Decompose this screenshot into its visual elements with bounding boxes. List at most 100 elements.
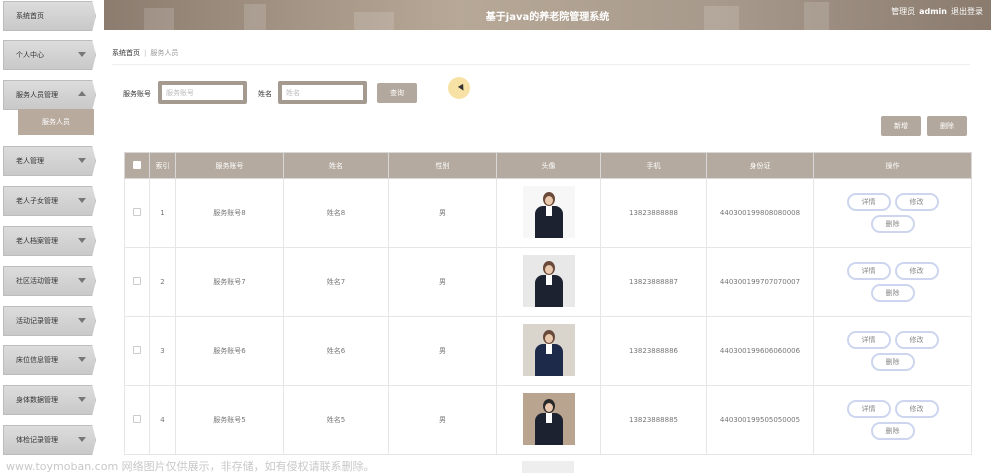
chevron-down-icon xyxy=(78,357,86,362)
name-search-input[interactable] xyxy=(278,81,367,104)
nav-item-label: 老人档案管理 xyxy=(16,237,58,245)
nav-item-label: 老人管理 xyxy=(16,157,44,165)
query-button[interactable]: 查询 xyxy=(377,83,417,103)
username: admin xyxy=(919,7,947,16)
delete-button[interactable]: 删除 xyxy=(870,284,915,302)
avatar xyxy=(522,324,575,376)
delete-button[interactable]: 删除 xyxy=(870,353,915,371)
select-all-checkbox[interactable] xyxy=(133,160,141,169)
cell-id-card: 440300199808080008 xyxy=(706,178,814,248)
cell-name: 姓名7 xyxy=(283,247,389,317)
cell-phone: 13823888886 xyxy=(600,316,707,386)
breadcrumb-home[interactable]: 系统首页 xyxy=(112,49,140,57)
table-row: 4 服务账号5 姓名5 男 13823888885 44030019950505… xyxy=(124,385,972,455)
account-label: 服务账号 xyxy=(123,90,151,98)
cell-name: 姓名6 xyxy=(283,316,389,386)
row-checkbox[interactable] xyxy=(133,346,141,354)
nav-item-elderly[interactable]: 老人管理 xyxy=(3,146,96,176)
nav-item-records[interactable]: 老人档案管理 xyxy=(3,226,96,256)
chevron-down-icon xyxy=(78,52,86,57)
user-area: 管理员 admin 退出登录 xyxy=(891,6,983,17)
detail-button[interactable]: 详情 xyxy=(846,193,891,211)
nav-item-label: 个人中心 xyxy=(16,51,44,59)
cell-actions: 详情 修改 删除 xyxy=(813,247,972,317)
chevron-down-icon xyxy=(78,158,86,163)
table-row: 1 服务账号8 姓名8 男 13823888888 44030019980808… xyxy=(124,178,972,248)
cell-actions: 详情 修改 删除 xyxy=(813,385,972,455)
select-all-cell[interactable] xyxy=(124,152,150,179)
nav-item-activity-records[interactable]: 活动记录管理 xyxy=(3,306,96,336)
nav-item-label: 身体数据管理 xyxy=(16,396,58,404)
nav-item-label: 床位信息管理 xyxy=(16,356,58,364)
chevron-down-icon xyxy=(78,198,86,203)
nav-subitem-staff[interactable]: 服务人员 xyxy=(18,109,94,135)
role-label: 管理员 xyxy=(891,7,916,16)
nav-subitem-label: 服务人员 xyxy=(42,118,70,126)
nav-item-staff-management[interactable]: 服务人员管理 xyxy=(3,80,96,110)
edit-button[interactable]: 修改 xyxy=(894,331,939,349)
cell-phone: 13823888885 xyxy=(600,385,707,455)
column-header: 头像 xyxy=(496,152,601,179)
nav-item-label: 活动记录管理 xyxy=(16,317,58,325)
chevron-down-icon xyxy=(78,278,86,283)
cell-index: 2 xyxy=(149,247,176,317)
table-row: 2 服务账号7 姓名7 男 13823888887 44030019970707… xyxy=(124,247,972,317)
column-header: 索引 xyxy=(149,152,176,179)
delete-button[interactable]: 删除 xyxy=(870,422,915,440)
cell-gender: 男 xyxy=(388,316,497,386)
row-checkbox[interactable] xyxy=(133,208,141,216)
avatar xyxy=(522,255,575,307)
delete-button[interactable]: 删除 xyxy=(870,215,915,233)
logout-link[interactable]: 退出登录 xyxy=(951,7,983,16)
edit-button[interactable]: 修改 xyxy=(894,400,939,418)
cell-account: 服务账号5 xyxy=(175,385,284,455)
batch-delete-button[interactable]: 删除 xyxy=(927,116,967,136)
nav-item-home[interactable]: 系统首页 xyxy=(3,1,96,31)
nav-item-label: 社区活动管理 xyxy=(16,277,58,285)
cell-gender: 男 xyxy=(388,247,497,317)
cell-account: 服务账号7 xyxy=(175,247,284,317)
nav-item-profile[interactable]: 个人中心 xyxy=(3,40,96,70)
breadcrumb-current: 服务人员 xyxy=(150,49,179,57)
nav-item-label: 服务人员管理 xyxy=(16,91,58,99)
column-header: 姓名 xyxy=(283,152,389,179)
nav-item-body-data[interactable]: 身体数据管理 xyxy=(3,385,96,415)
column-header: 身份证 xyxy=(706,152,814,179)
table-row: 3 服务账号6 姓名6 男 13823888886 44030019960606… xyxy=(124,316,972,386)
row-checkbox[interactable] xyxy=(133,415,141,423)
detail-button[interactable]: 详情 xyxy=(846,262,891,280)
edit-button[interactable]: 修改 xyxy=(894,262,939,280)
add-button[interactable]: 新增 xyxy=(881,116,921,136)
nav-item-beds[interactable]: 床位信息管理 xyxy=(3,345,96,375)
cell-index: 3 xyxy=(149,316,176,386)
column-header: 服务账号 xyxy=(175,152,284,179)
cell-index: 1 xyxy=(149,178,176,248)
cell-id-card: 440300199505050005 xyxy=(706,385,814,455)
detail-button[interactable]: 详情 xyxy=(846,400,891,418)
table-header-row: 索引 服务账号 姓名 性别 头像 手机 身份证 操作 xyxy=(124,152,972,179)
cell-index: 4 xyxy=(149,385,176,455)
cell-actions: 详情 修改 删除 xyxy=(813,178,972,248)
cell-gender: 男 xyxy=(388,178,497,248)
cell-id-card: 440300199606060006 xyxy=(706,316,814,386)
nav-item-children[interactable]: 老人子女管理 xyxy=(3,186,96,216)
cell-phone: 13823888887 xyxy=(600,247,707,317)
column-header: 操作 xyxy=(813,152,972,179)
cell-account: 服务账号6 xyxy=(175,316,284,386)
divider xyxy=(112,64,970,65)
cell-account: 服务账号8 xyxy=(175,178,284,248)
cell-phone: 13823888888 xyxy=(600,178,707,248)
edit-button[interactable]: 修改 xyxy=(894,193,939,211)
cell-actions: 详情 修改 删除 xyxy=(813,316,972,386)
staff-table: 索引 服务账号 姓名 性别 头像 手机 身份证 操作 1 服务账号8 姓名8 男… xyxy=(124,152,972,455)
account-search-input[interactable] xyxy=(158,81,247,104)
nav-item-community[interactable]: 社区活动管理 xyxy=(3,266,96,296)
column-header: 手机 xyxy=(600,152,707,179)
chevron-down-icon xyxy=(78,318,86,323)
detail-button[interactable]: 详情 xyxy=(846,331,891,349)
nav-item-checkup[interactable]: 体检记录管理 xyxy=(3,425,96,455)
chevron-down-icon xyxy=(78,437,86,442)
avatar xyxy=(522,393,575,445)
page-title: 基于java的养老院管理系统 xyxy=(485,12,610,23)
row-checkbox[interactable] xyxy=(133,277,141,285)
